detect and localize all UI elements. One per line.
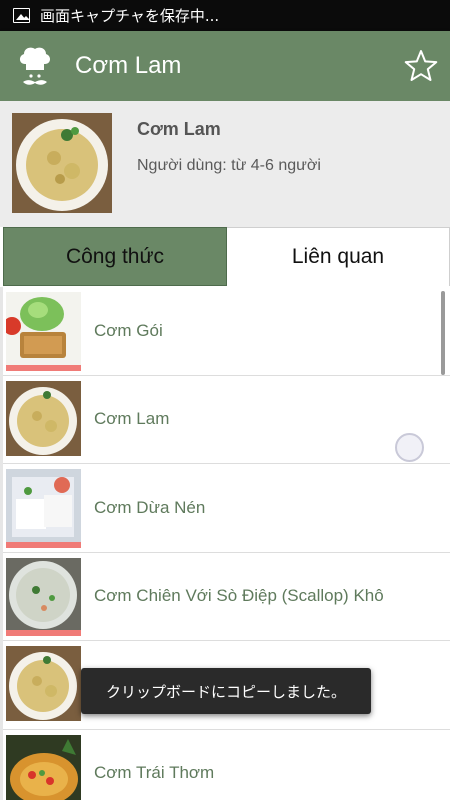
status-notification-text: 画面キャプチャを保存中...: [40, 7, 220, 25]
tab-related[interactable]: Liên quan: [227, 227, 450, 286]
status-bar: 画面キャプチャを保存中...: [0, 0, 450, 31]
chef-icon[interactable]: [17, 44, 53, 88]
fried-rice-photo: [6, 646, 81, 721]
item-accent-bar: [6, 541, 81, 548]
list-item[interactable]: Cơm Gói: [3, 287, 450, 376]
list-scrollbar[interactable]: [441, 291, 445, 375]
app-bar: Cơm Lam: [0, 31, 450, 101]
item-accent-bar: [6, 630, 81, 636]
coconut-rice-photo: [6, 469, 81, 544]
list-item-label: Cơm Lam: [94, 409, 170, 429]
list-item[interactable]: Cơm Trái Thơm: [3, 730, 450, 800]
recipe-header: Cơm Lam Người dùng: từ 4-6 người: [0, 101, 450, 227]
list-item-label: Cơm Dừa Nén: [94, 497, 206, 517]
image-notification-icon: [13, 8, 30, 23]
rice-wrap-photo: [6, 292, 81, 367]
serving-info: Người dùng: từ 4-6 người: [137, 157, 321, 174]
app-title: Cơm Lam: [75, 52, 182, 79]
toast-message: クリップボードにコピーしました。: [81, 668, 371, 714]
dish-photo: [12, 113, 112, 213]
fried-rice-photo: [6, 380, 81, 456]
list-item[interactable]: Cơm Dừa Nén: [3, 464, 450, 553]
tab-recipe[interactable]: Công thức: [3, 227, 227, 286]
list-item[interactable]: Cơm Chiên Với Sò Điệp (Scallop) Khô: [3, 553, 450, 641]
tab-bar: Công thức Liên quan: [3, 227, 450, 286]
dish-name: Cơm Lam: [137, 119, 221, 139]
pineapple-rice-photo: [6, 734, 81, 800]
touch-indicator: [395, 433, 424, 462]
scallop-rice-photo: [6, 557, 81, 633]
list-item-label: Cơm Chiên Với Sò Điệp (Scallop) Khô: [94, 586, 384, 606]
star-outline-icon[interactable]: [404, 49, 438, 83]
related-recipe-list[interactable]: Cơm Gói Cơm Lam Cơm Dừa Nén Cơm Chiên Vớ…: [0, 287, 450, 800]
list-item-label: Cơm Trái Thơm: [94, 763, 215, 783]
item-accent-bar: [6, 364, 81, 371]
list-item-label: Cơm Gói: [94, 320, 163, 340]
list-item[interactable]: Cơm Lam: [3, 376, 450, 464]
